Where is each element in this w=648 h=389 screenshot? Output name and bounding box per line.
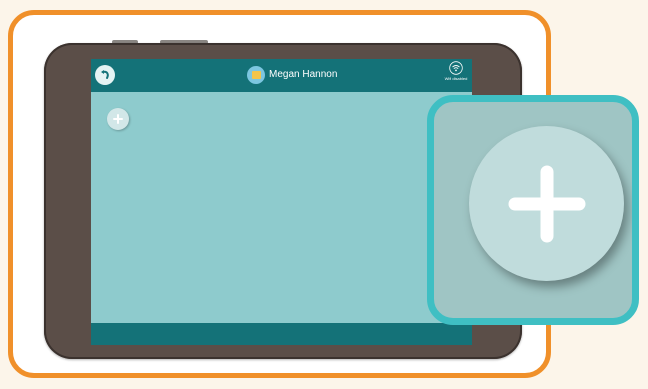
add-button-zoomed bbox=[469, 126, 624, 281]
back-arrow-icon bbox=[101, 70, 109, 79]
user-avatar-icon[interactable] bbox=[247, 66, 265, 84]
wifi-status-label: Wifi disabled bbox=[444, 76, 468, 81]
bottom-bar bbox=[91, 323, 472, 345]
wifi-status[interactable]: Wifi disabled bbox=[441, 61, 471, 91]
zoom-callout bbox=[427, 95, 639, 325]
tablet-screen: Megan Hannon Wifi disabled bbox=[91, 59, 472, 345]
user-name: Megan Hannon bbox=[269, 69, 338, 80]
app-bar: Megan Hannon Wifi disabled bbox=[91, 59, 472, 92]
wifi-icon bbox=[449, 61, 463, 75]
add-button[interactable] bbox=[107, 108, 129, 130]
plus-icon bbox=[508, 165, 585, 242]
plus-icon bbox=[113, 114, 123, 124]
back-button[interactable] bbox=[95, 65, 115, 85]
